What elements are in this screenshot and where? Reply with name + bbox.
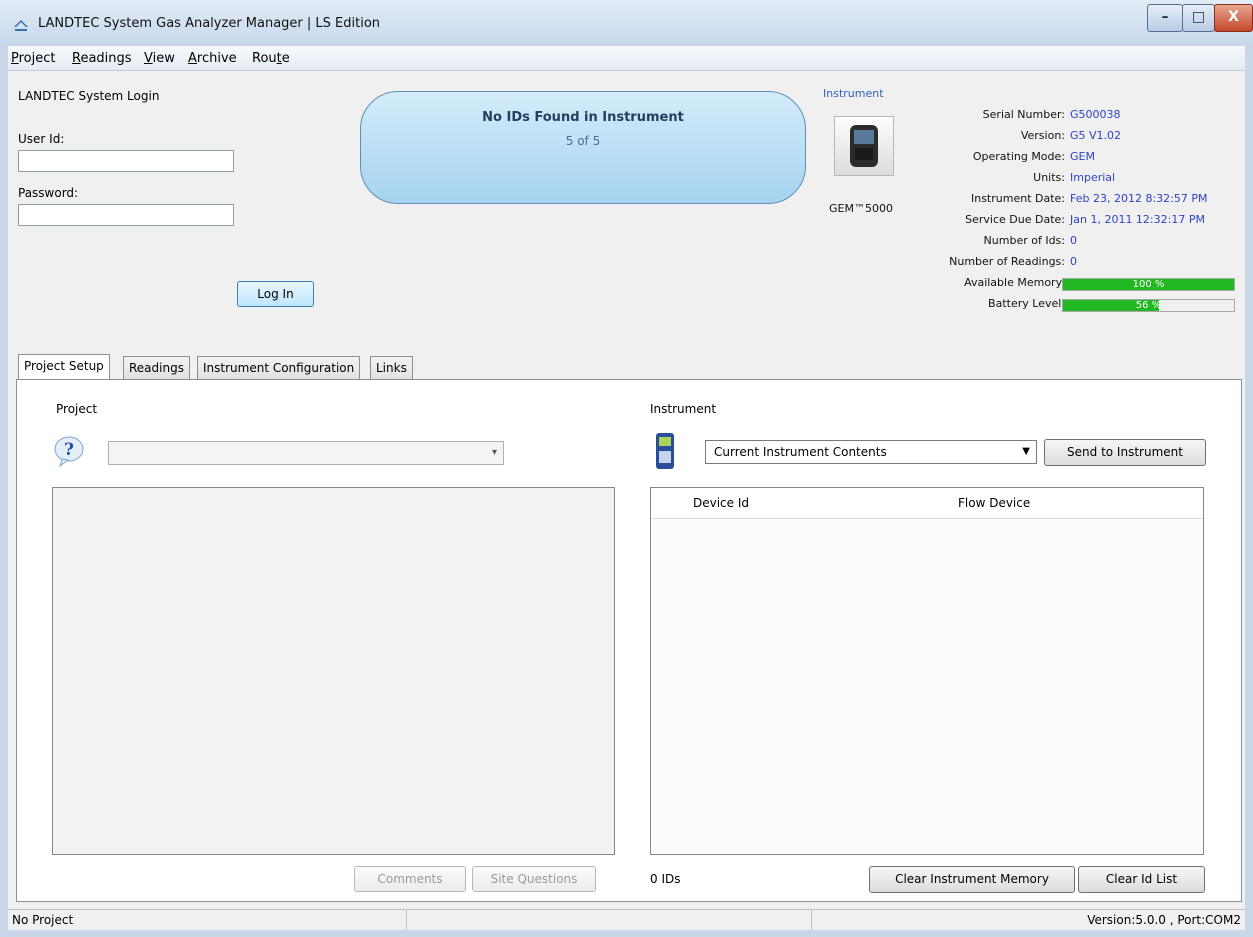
tab-instrument-configuration[interactable]: Instrument Configuration bbox=[197, 356, 361, 380]
info-label: Operating Mode: bbox=[972, 150, 1065, 163]
info-instrument-date: Instrument Date: Feb 23, 2012 8:32:57 PM bbox=[888, 192, 1248, 210]
info-label: Number of Ids: bbox=[983, 234, 1065, 247]
user-id-label: User Id: bbox=[18, 132, 65, 146]
menu-archive-mnemonic: A bbox=[188, 51, 197, 66]
menu-readings[interactable]: Readings bbox=[72, 51, 132, 66]
device-model: GEM™5000 bbox=[829, 202, 893, 215]
menu-route-end: e bbox=[281, 51, 290, 66]
status-divider bbox=[406, 910, 407, 930]
info-label: Service Due Date: bbox=[965, 213, 1065, 226]
svg-text:?: ? bbox=[64, 440, 74, 460]
menu-archive[interactable]: Archive bbox=[188, 51, 237, 66]
menu-route-start: Rou bbox=[252, 51, 277, 66]
column-header-flow-device[interactable]: Flow Device bbox=[958, 496, 1030, 510]
info-value: Feb 23, 2012 8:32:57 PM bbox=[1070, 192, 1208, 205]
title-bar[interactable]: LANDTEC System Gas Analyzer Manager | LS… bbox=[0, 0, 1253, 46]
instrument-section-label: Instrument bbox=[650, 402, 717, 416]
table-header: Device Id Flow Device bbox=[651, 488, 1203, 519]
info-operating-mode: Operating Mode: GEM bbox=[888, 150, 1248, 168]
status-subtitle: 5 of 5 bbox=[565, 134, 601, 148]
tab-links[interactable]: Links bbox=[370, 356, 413, 380]
status-title: No IDs Found in Instrument bbox=[482, 110, 684, 125]
info-units: Units: Imperial bbox=[888, 171, 1248, 189]
site-questions-button[interactable]: Site Questions bbox=[472, 866, 596, 892]
info-value: Jan 1, 2011 12:32:17 PM bbox=[1070, 213, 1205, 226]
menu-view-rest: iew bbox=[152, 51, 175, 66]
app-icon bbox=[14, 20, 28, 31]
clear-id-list-button[interactable]: Clear Id List bbox=[1078, 866, 1205, 893]
chevron-down-icon: ▾ bbox=[491, 447, 497, 458]
info-value: G5 V1.02 bbox=[1070, 129, 1122, 142]
tab-readings[interactable]: Readings bbox=[123, 356, 190, 380]
info-label: Instrument Date: bbox=[970, 192, 1065, 205]
info-value: GEM bbox=[1070, 150, 1095, 163]
password-input[interactable] bbox=[18, 204, 234, 226]
tab-project-setup[interactable]: Project Setup bbox=[18, 354, 110, 380]
info-value: G500038 bbox=[1070, 108, 1121, 121]
device-id-table[interactable]: Device Id Flow Device bbox=[650, 487, 1204, 855]
minimize-button[interactable]: – bbox=[1147, 4, 1183, 32]
status-bubble: No IDs Found in Instrument 5 of 5 bbox=[360, 91, 806, 204]
info-label: Battery Level: bbox=[988, 297, 1065, 310]
comments-button[interactable]: Comments bbox=[354, 866, 466, 892]
info-number-of-ids: Number of Ids: 0 bbox=[888, 234, 1248, 252]
project-select[interactable]: ▾ bbox=[108, 441, 504, 465]
menu-archive-rest: rchive bbox=[196, 51, 237, 66]
send-to-instrument-button[interactable]: Send to Instrument bbox=[1044, 439, 1206, 466]
menu-readings-rest: eadings bbox=[80, 51, 132, 66]
status-bar: No Project Version:5.0.0 , Port:COM2 bbox=[8, 909, 1245, 930]
tab-panel-project-setup: Project ? ▾ Comments Site Questions Inst… bbox=[16, 379, 1242, 902]
help-icon[interactable]: ? bbox=[52, 435, 86, 469]
chevron-down-icon: ▼ bbox=[1022, 446, 1030, 457]
instrument-contents-select[interactable]: Current Instrument Contents ▼ bbox=[705, 440, 1037, 464]
password-label: Password: bbox=[18, 186, 79, 200]
menu-view[interactable]: View bbox=[144, 51, 175, 66]
maximize-button[interactable]: □ bbox=[1182, 4, 1215, 32]
instrument-heading: Instrument bbox=[823, 87, 884, 100]
info-version: Version: G5 V1.02 bbox=[888, 129, 1248, 147]
menu-route[interactable]: Route bbox=[252, 51, 290, 66]
column-header-device-id[interactable]: Device Id bbox=[693, 496, 749, 510]
info-number-of-readings: Number of Readings: 0 bbox=[888, 255, 1248, 273]
clear-instrument-memory-button[interactable]: Clear Instrument Memory bbox=[869, 866, 1075, 893]
menu-view-mnemonic: V bbox=[144, 51, 153, 66]
info-label: Units: bbox=[1033, 171, 1065, 184]
login-heading: LANDTEC System Login bbox=[18, 89, 160, 103]
window-title: LANDTEC System Gas Analyzer Manager | LS… bbox=[38, 16, 381, 31]
log-in-button[interactable]: Log In bbox=[237, 281, 314, 307]
app-window: LANDTEC System Gas Analyzer Manager | LS… bbox=[0, 0, 1253, 937]
instrument-contents-value: Current Instrument Contents bbox=[714, 445, 887, 459]
project-tree[interactable] bbox=[52, 487, 615, 855]
info-service-due-date: Service Due Date: Jan 1, 2011 12:32:17 P… bbox=[888, 213, 1248, 231]
info-label: Number of Readings: bbox=[949, 255, 1065, 268]
info-label: Available Memory: bbox=[964, 276, 1065, 289]
status-project: No Project bbox=[12, 913, 74, 927]
user-id-input[interactable] bbox=[18, 150, 234, 172]
gas-analyzer-icon bbox=[834, 116, 894, 176]
info-label: Serial Number: bbox=[982, 108, 1065, 121]
menu-project[interactable]: Project bbox=[11, 51, 56, 66]
status-version-port: Version:5.0.0 , Port:COM2 bbox=[1087, 913, 1241, 927]
menu-project-rest: roject bbox=[18, 51, 56, 66]
info-value: 0 bbox=[1070, 234, 1077, 247]
menu-bar: Project Readings View Archive Route bbox=[8, 46, 1245, 71]
close-button[interactable]: X bbox=[1214, 4, 1253, 32]
memory-progress-text: 100 % bbox=[1132, 279, 1165, 290]
info-label: Version: bbox=[1020, 129, 1065, 142]
battery-progress-text: 56 % bbox=[1135, 300, 1162, 311]
login-panel: LANDTEC System Login User Id: Password: … bbox=[18, 82, 348, 332]
id-count: 0 IDs bbox=[650, 872, 681, 886]
info-serial: Serial Number: G500038 bbox=[888, 108, 1248, 126]
memory-progress-bar: 100 % bbox=[1062, 278, 1235, 291]
client-area: Project Readings View Archive Route LAND… bbox=[8, 46, 1248, 930]
info-value: 0 bbox=[1070, 255, 1077, 268]
status-divider bbox=[811, 910, 812, 930]
menu-project-mnemonic: P bbox=[11, 51, 19, 66]
battery-progress-bar: 56 % bbox=[1062, 299, 1235, 312]
instrument-device-icon bbox=[654, 432, 676, 470]
project-section-label: Project bbox=[56, 402, 98, 416]
info-value: Imperial bbox=[1070, 171, 1116, 184]
